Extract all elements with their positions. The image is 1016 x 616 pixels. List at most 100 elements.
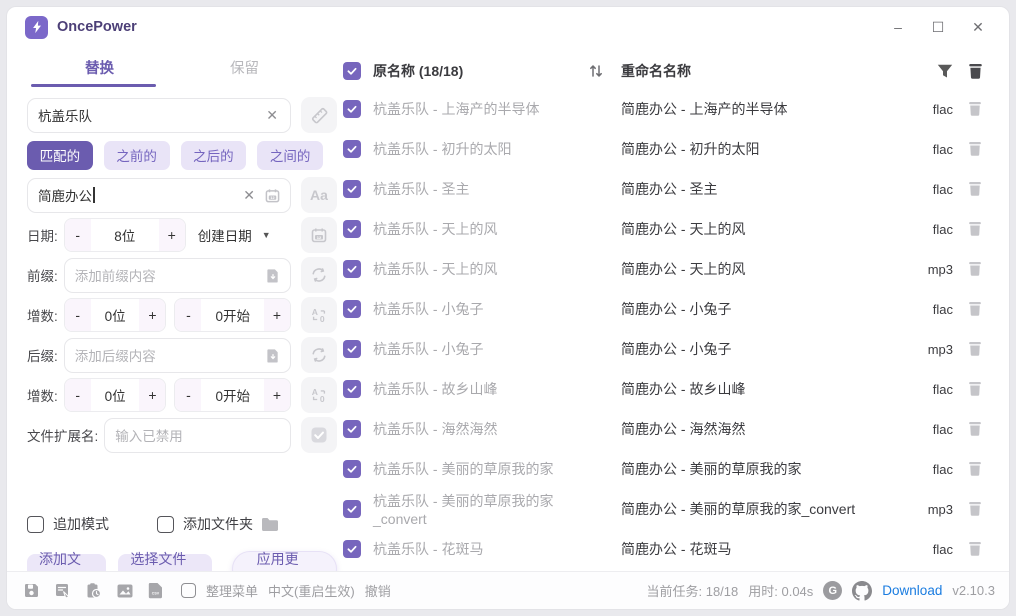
increment-label: 增数: (27, 305, 58, 325)
row-checkbox[interactable] (343, 380, 361, 398)
row-checkbox[interactable] (343, 140, 361, 158)
svg-text:12: 12 (317, 235, 322, 240)
add-folder-checkbox[interactable] (157, 516, 174, 533)
delete-row-icon[interactable] (953, 541, 997, 557)
original-name: 杭盖乐队 - 花斑马 (373, 539, 587, 559)
document-insert-icon[interactable] (266, 348, 280, 363)
mode-between-button[interactable]: 之间的 (257, 141, 323, 170)
append-mode-checkbox[interactable] (27, 516, 44, 533)
image-icon[interactable] (116, 583, 134, 599)
plus-button[interactable]: + (264, 379, 290, 411)
suffix-refresh-button[interactable] (301, 337, 337, 373)
delete-row-icon[interactable] (953, 101, 997, 117)
plus-button[interactable]: + (139, 299, 165, 331)
original-name: 杭盖乐队 - 圣主 (373, 179, 587, 199)
filter-icon[interactable] (901, 64, 953, 79)
tab-bar: 替换 保留 (27, 49, 317, 87)
save-icon[interactable] (23, 582, 40, 599)
row-checkbox[interactable] (343, 540, 361, 558)
table-row: 杭盖乐队 - 小兔子 简鹿办公 - 小兔子 mp3 (343, 329, 997, 369)
table-row: 杭盖乐队 - 上海产的半导体 简鹿办公 - 上海产的半导体 flac (343, 89, 997, 129)
prefix-input[interactable]: 添加前缀内容 (64, 258, 291, 293)
csv-export-icon[interactable]: CSV (148, 582, 163, 599)
maximize-button[interactable]: ☐ (925, 14, 951, 40)
original-name: 杭盖乐队 - 海然海然 (373, 419, 587, 439)
suffix-input[interactable]: 添加后缀内容 (64, 338, 291, 373)
row-checkbox[interactable] (343, 500, 361, 518)
delete-row-icon[interactable] (953, 221, 997, 237)
undo-button[interactable]: 撤销 (365, 581, 391, 600)
document-insert-icon[interactable] (266, 268, 280, 283)
minus-button[interactable]: - (175, 299, 201, 331)
original-name-header: 原名称 (18/18) (373, 61, 587, 81)
select-all-checkbox[interactable] (343, 62, 361, 80)
number-sequence-icon-button[interactable]: A0 (301, 297, 337, 333)
organize-menu-checkbox[interactable] (181, 583, 196, 598)
mode-match-button[interactable]: 匹配的 (27, 141, 93, 170)
renamed-name: 简鹿办公 - 故乡山峰 (621, 379, 901, 399)
row-checkbox[interactable] (343, 460, 361, 478)
svg-text:CSV: CSV (152, 592, 160, 596)
search-input[interactable]: 杭盖乐队 ✕ (27, 98, 291, 133)
plus-button[interactable]: + (264, 299, 290, 331)
delete-row-icon[interactable] (953, 261, 997, 277)
plus-button[interactable]: + (159, 219, 185, 251)
elapsed-time: 用时: 0.04s (748, 581, 813, 600)
app-window: OncePower – ☐ ✕ 替换 保留 杭盖乐队 ✕ (6, 6, 1010, 610)
case-sensitivity-button[interactable]: Aa (301, 177, 337, 213)
row-checkbox[interactable] (343, 220, 361, 238)
prefix-label: 前缀: (27, 265, 58, 285)
minus-button[interactable]: - (65, 299, 91, 331)
renamed-name: 简鹿办公 - 美丽的草原我的家 (621, 459, 901, 479)
delete-row-icon[interactable] (953, 461, 997, 477)
renamed-name: 简鹿办公 - 上海产的半导体 (621, 99, 901, 119)
replace-input[interactable]: 简鹿办公 ✕ 12 (27, 178, 291, 213)
date-type-dropdown[interactable]: 创建日期 ▼ (198, 225, 271, 245)
version-label: v2.10.3 (952, 583, 995, 598)
minimize-button[interactable]: – (885, 14, 911, 40)
original-name: 杭盖乐队 - 美丽的草原我的家 (373, 459, 587, 479)
tab-keep[interactable]: 保留 (172, 49, 317, 87)
gitee-icon[interactable]: G (823, 581, 842, 600)
tab-replace[interactable]: 替换 (27, 49, 172, 87)
plus-button[interactable]: + (139, 379, 165, 411)
extension-toggle-button[interactable] (301, 417, 337, 453)
minus-button[interactable]: - (175, 379, 201, 411)
mode-after-button[interactable]: 之后的 (181, 141, 247, 170)
insert-date-button[interactable]: 12 (301, 217, 337, 253)
row-checkbox[interactable] (343, 340, 361, 358)
close-button[interactable]: ✕ (965, 14, 991, 40)
prefix-refresh-button[interactable] (301, 257, 337, 293)
minus-button[interactable]: - (65, 219, 91, 251)
number-sequence-icon-button[interactable]: A0 (301, 377, 337, 413)
clear-icon[interactable]: ✕ (264, 107, 280, 124)
row-checkbox[interactable] (343, 180, 361, 198)
delete-row-icon[interactable] (953, 381, 997, 397)
download-link[interactable]: Download (882, 583, 942, 598)
row-checkbox[interactable] (343, 100, 361, 118)
delete-row-icon[interactable] (953, 181, 997, 197)
row-checkbox[interactable] (343, 420, 361, 438)
delete-row-icon[interactable] (953, 141, 997, 157)
delete-row-icon[interactable] (953, 501, 997, 517)
minus-button[interactable]: - (65, 379, 91, 411)
delete-all-icon[interactable] (953, 63, 997, 80)
github-icon[interactable] (852, 581, 872, 601)
clear-icon[interactable]: ✕ (241, 187, 257, 204)
language-toggle[interactable]: 中文(重启生效) (268, 581, 355, 600)
delete-row-icon[interactable] (953, 301, 997, 317)
sort-icon[interactable] (587, 62, 621, 80)
row-checkbox[interactable] (343, 260, 361, 278)
delete-row-icon[interactable] (953, 341, 997, 357)
row-checkbox[interactable] (343, 300, 361, 318)
delete-row-icon[interactable] (953, 421, 997, 437)
renamed-name: 简鹿办公 - 海然海然 (621, 419, 901, 439)
file-extension: mp3 (901, 502, 953, 517)
history-icon[interactable] (85, 582, 102, 599)
script-log-icon[interactable] (54, 582, 71, 599)
ruler-icon-button[interactable] (301, 97, 337, 133)
task-counter: 当前任务: 18/18 (647, 581, 739, 600)
mode-before-button[interactable]: 之前的 (104, 141, 170, 170)
extension-input[interactable]: 输入已禁用 (104, 418, 291, 453)
calendar-icon[interactable]: 12 (265, 188, 280, 203)
